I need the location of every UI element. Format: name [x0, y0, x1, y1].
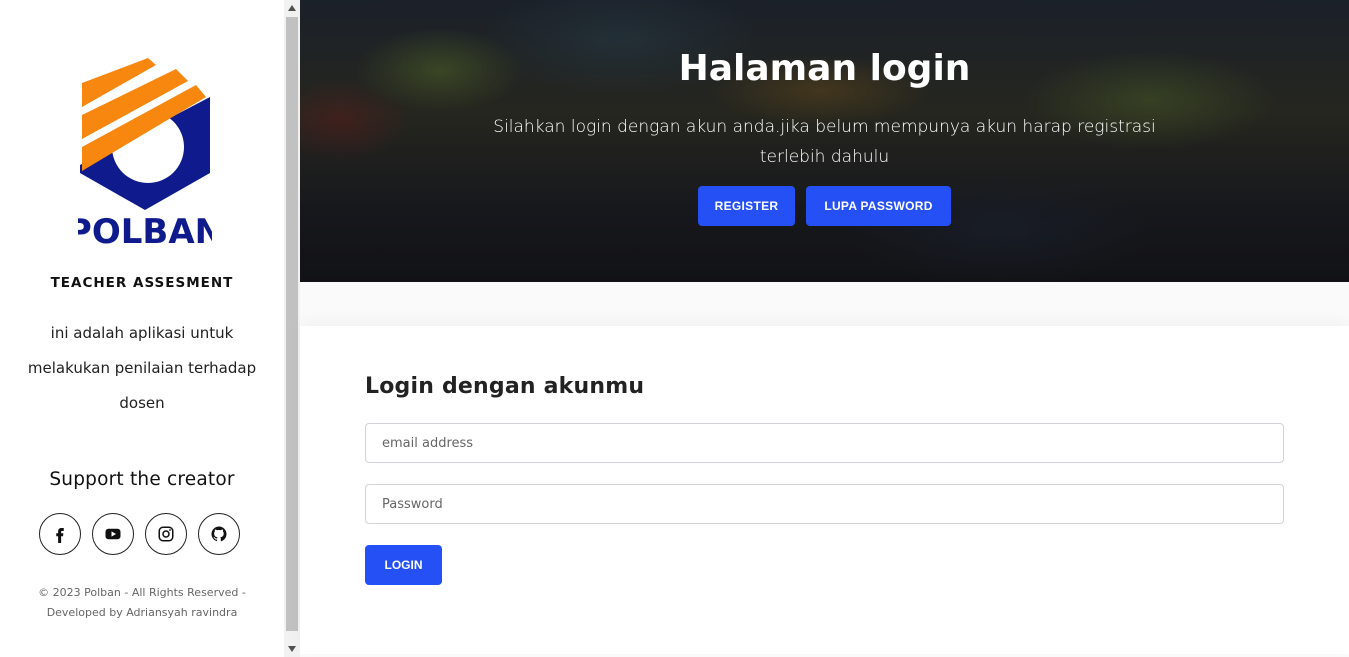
facebook-icon	[56, 528, 64, 543]
main-content: Login dengan akunmu LOGIN	[300, 282, 1349, 657]
youtube-icon	[105, 528, 121, 540]
facebook-link[interactable]	[39, 513, 81, 555]
sidebar: POLBAN TEACHER ASSESMENT ini adalah apli…	[0, 0, 284, 657]
login-button[interactable]: LOGIN	[365, 545, 442, 585]
page-title: Halaman login	[678, 48, 971, 89]
login-title: Login dengan akunmu	[365, 374, 645, 399]
scroll-down-arrow-icon[interactable]	[284, 641, 300, 657]
github-link[interactable]	[198, 513, 240, 555]
password-input[interactable]	[365, 484, 1284, 524]
app-description: ini adalah aplikasi untuk melakukan peni…	[27, 324, 257, 412]
polban-logo-icon: POLBAN	[67, 58, 223, 252]
register-button[interactable]: REGISTER	[698, 186, 795, 226]
instagram-icon	[158, 526, 174, 542]
svg-text:POLBAN: POLBAN	[78, 212, 212, 245]
forgot-password-button[interactable]: LUPA PASSWORD	[806, 186, 951, 226]
hero-banner: Halaman login Silahkan login dengan akun…	[300, 0, 1349, 282]
github-icon	[211, 526, 227, 542]
app-name: TEACHER ASSESMENT	[50, 275, 234, 291]
instagram-link[interactable]	[145, 513, 187, 555]
hero-subtitle: Silahkan login dengan akun anda.jika bel…	[493, 117, 1156, 167]
youtube-link[interactable]	[92, 513, 134, 555]
social-links	[39, 513, 245, 555]
support-title: Support the creator	[49, 469, 235, 490]
scrollbar-thumb[interactable]	[286, 17, 298, 631]
sidebar-scrollbar[interactable]	[284, 0, 300, 657]
login-card: Login dengan akunmu LOGIN	[300, 326, 1349, 654]
polban-logo: POLBAN	[67, 55, 223, 252]
scroll-up-arrow-icon[interactable]	[284, 0, 300, 16]
copyright-text: © 2023 Polban - All Rights Reserved - De…	[38, 586, 246, 619]
email-input[interactable]	[365, 423, 1284, 463]
